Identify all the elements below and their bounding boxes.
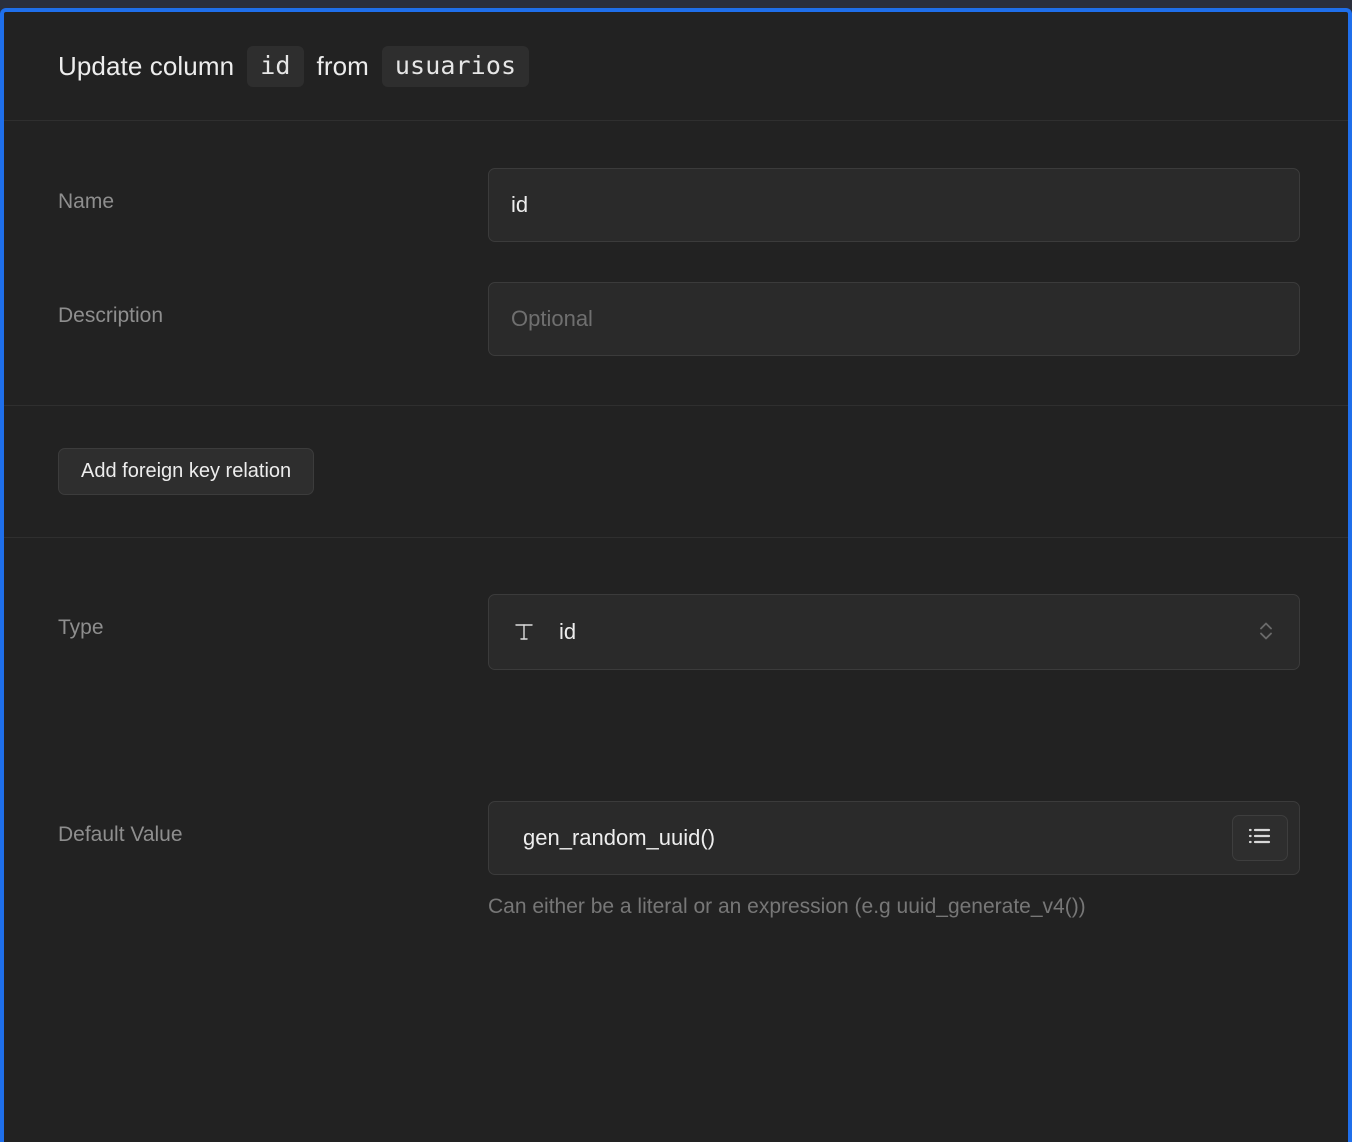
page-title: Update column id from usuarios <box>58 45 530 87</box>
description-label: Description <box>58 304 164 327</box>
field-row-default-value: Default Value gen_random_uuid() Can eith… <box>4 801 1348 920</box>
default-value-label: Default Value <box>58 823 183 846</box>
description-control: Optional <box>488 282 1300 356</box>
type-label: Type <box>58 616 104 639</box>
add-foreign-key-relation-button[interactable]: Add foreign key relation <box>58 448 315 495</box>
type-select[interactable]: id <box>488 594 1300 670</box>
column-name-chip: id <box>247 45 304 87</box>
default-value-helper-text: Can either be a literal or an expression… <box>488 895 1086 918</box>
table-name-chip: usuarios <box>381 45 530 87</box>
name-input-value: id <box>511 192 529 217</box>
add-foreign-key-relation-label: Add foreign key relation <box>81 460 292 482</box>
field-row-name: Name id <box>4 168 1348 242</box>
description-input-placeholder: Optional <box>511 306 593 331</box>
field-row-type: Type id <box>4 594 1348 670</box>
chevron-up-down-icon <box>1257 619 1275 645</box>
section-foreign-key: Add foreign key relation <box>4 406 1348 538</box>
update-column-panel: Update column id from usuarios Name id D… <box>0 8 1352 1142</box>
description-input[interactable]: Optional <box>488 282 1300 356</box>
title-middle: from <box>316 50 369 81</box>
default-value-input[interactable]: gen_random_uuid() <box>488 801 1300 875</box>
type-select-value: id <box>559 619 577 644</box>
name-input[interactable]: id <box>488 168 1300 242</box>
default-value-input-value: gen_random_uuid() <box>523 825 716 850</box>
list-options-icon <box>1246 825 1274 852</box>
name-label: Name <box>58 190 115 213</box>
name-control: id <box>488 168 1300 242</box>
title-prefix: Update column <box>58 50 235 81</box>
text-type-icon <box>511 619 537 645</box>
type-default-spacer <box>4 670 1348 801</box>
default-value-options-button[interactable] <box>1232 815 1288 861</box>
default-value-wrapper: gen_random_uuid() <box>488 801 1300 875</box>
panel-header: Update column id from usuarios <box>4 12 1348 121</box>
section-identity: Name id Description Optional <box>4 121 1348 406</box>
default-value-control: gen_random_uuid() Can either be a litera… <box>488 801 1300 920</box>
section-type-default: Type id Default Value gen_random_uuid() … <box>4 538 1348 920</box>
type-control: id <box>488 594 1300 670</box>
field-row-description: Description Optional <box>4 282 1348 356</box>
